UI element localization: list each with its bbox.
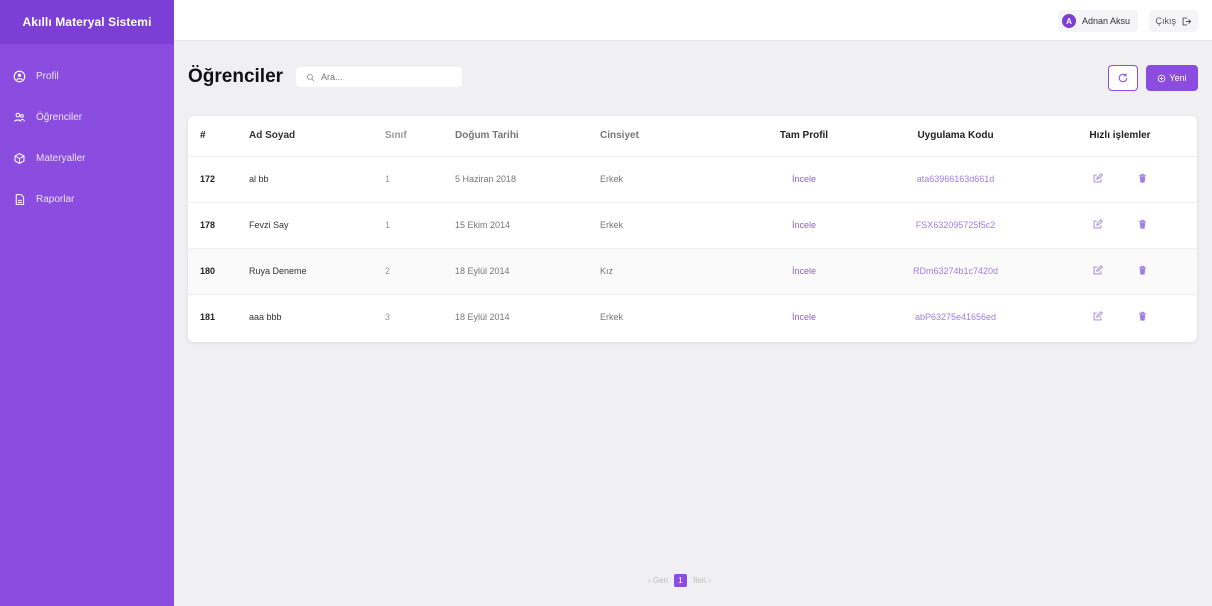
cell-name: Ruya Deneme [249,247,385,294]
cell-birth: 18 Eylül 2014 [455,247,600,294]
col-header-profile[interactable]: Tam Profil [740,116,868,156]
trash-icon[interactable] [1137,219,1148,230]
inspect-link[interactable]: İncele [792,266,816,276]
search-box[interactable] [296,67,462,87]
cell-name: al bb [249,155,385,202]
cell-actions [1043,247,1197,294]
cell-id: 172 [188,155,249,202]
table-row: 180 Ruya Deneme 2 18 Eylül 2014 Kız İnce… [188,247,1197,294]
cell-actions [1043,201,1197,248]
col-header-code[interactable]: Uygulama Kodu [868,116,1043,156]
edit-icon[interactable] [1092,172,1103,184]
cell-gender: Kız [600,247,740,294]
page-title: Öğrenciler [188,66,284,87]
logout-button[interactable]: Çıkış [1149,10,1198,32]
cell-class: 1 [385,201,455,248]
cube-icon [12,152,26,166]
cell-profile: İncele [740,247,868,294]
cell-profile: İncele [740,201,868,248]
edit-icon[interactable] [1092,310,1103,322]
cell-name: aaa bbb [249,293,385,340]
pagination-prev[interactable]: ‹ Geri [648,576,668,585]
cell-actions [1043,155,1197,202]
avatar: A [1061,14,1076,28]
trash-icon[interactable] [1137,173,1148,184]
cell-id: 180 [188,247,249,294]
cell-profile: İncele [740,293,868,340]
col-header-class[interactable]: Sınıf [385,116,455,156]
cell-code: abP63275e41656ed [868,293,1043,340]
app-code-link[interactable]: FSX632095725f5c2 [916,220,996,230]
pagination-next[interactable]: İleri › [693,576,711,585]
document-icon [12,193,26,207]
cell-class: 3 [385,293,455,340]
table-row: 172 al bb 1 5 Haziran 2018 Erkek İncele … [188,155,1197,202]
pagination: ‹ Geri 1 İleri › [648,574,711,587]
plus-circle-icon [1158,74,1166,82]
sidebar-item-label: Öğrenciler [36,112,83,123]
edit-icon[interactable] [1092,264,1103,276]
cell-birth: 15 Ekim 2014 [455,201,600,248]
students-table-card: # Ad Soyad Sınıf Doğum Tarihi Cinsiyet T… [188,116,1197,342]
inspect-link[interactable]: İncele [792,220,816,230]
cell-profile: İncele [740,155,868,202]
cell-code: ata63966163d661d [868,155,1043,202]
cell-code: RDm63274b1c7420d [868,247,1043,294]
trash-icon[interactable] [1137,311,1148,322]
col-header-id[interactable]: # [188,116,249,156]
search-input[interactable] [321,72,451,82]
inspect-link[interactable]: İncele [792,312,816,322]
app-code-link[interactable]: abP63275e41656ed [915,312,996,322]
app-code-link[interactable]: ata63966163d661d [917,174,995,184]
app-brand[interactable]: Akıllı Materyal Sistemi [0,0,174,44]
sidebar-item-students[interactable]: Öğrenciler [0,97,174,138]
logout-icon [1182,17,1192,25]
trash-icon[interactable] [1137,265,1148,276]
user-circle-icon [12,70,26,84]
cell-id: 178 [188,201,249,248]
cell-name: Fevzi Say [249,201,385,248]
col-header-actions: Hızlı işlemler [1089,130,1151,142]
table-row: 181 aaa bbb 3 18 Eylül 2014 Erkek İncele… [188,293,1197,340]
sidebar: Akıllı Materyal Sistemi Profil Öğrencile… [0,0,174,606]
logout-label: Çıkış [1155,16,1176,26]
table-header-row: # Ad Soyad Sınıf Doğum Tarihi Cinsiyet T… [188,116,1197,156]
sidebar-nav: Profil Öğrenciler Materyaller Raporlar [0,44,174,220]
refresh-icon [1118,73,1128,83]
cell-id: 181 [188,293,249,340]
topbar: A Adnan Aksu Çıkış [174,0,1212,41]
refresh-button[interactable] [1108,65,1138,91]
students-table: # Ad Soyad Sınıf Doğum Tarihi Cinsiyet T… [188,116,1197,340]
sidebar-item-label: Materyaller [36,153,86,164]
cell-actions [1043,293,1197,340]
sidebar-item-materials[interactable]: Materyaller [0,138,174,179]
sidebar-item-label: Profil [36,71,59,82]
cell-code: FSX632095725f5c2 [868,201,1043,248]
cell-gender: Erkek [600,293,740,340]
cell-gender: Erkek [600,155,740,202]
user-menu[interactable]: A Adnan Aksu [1057,10,1138,32]
users-icon [12,111,26,125]
cell-class: 2 [385,247,455,294]
sidebar-item-profile[interactable]: Profil [0,56,174,97]
col-header-gender[interactable]: Cinsiyet [600,116,740,156]
edit-icon[interactable] [1092,218,1103,230]
cell-gender: Erkek [600,201,740,248]
cell-birth: 5 Haziran 2018 [455,155,600,202]
sidebar-item-label: Raporlar [36,194,75,205]
cell-class: 1 [385,155,455,202]
table-row: 178 Fevzi Say 1 15 Ekim 2014 Erkek İncel… [188,201,1197,248]
user-name: Adnan Aksu [1081,16,1130,26]
add-new-button[interactable]: Yeni [1146,65,1198,91]
add-new-label: Yeni [1169,73,1187,83]
inspect-link[interactable]: İncele [792,174,816,184]
col-header-birth[interactable]: Doğum Tarihi [455,116,600,156]
col-header-name[interactable]: Ad Soyad [249,116,385,156]
pagination-current-page[interactable]: 1 [674,574,687,587]
sidebar-item-reports[interactable]: Raporlar [0,179,174,220]
search-icon [306,73,315,81]
app-code-link[interactable]: RDm63274b1c7420d [913,266,998,276]
cell-birth: 18 Eylül 2014 [455,293,600,340]
